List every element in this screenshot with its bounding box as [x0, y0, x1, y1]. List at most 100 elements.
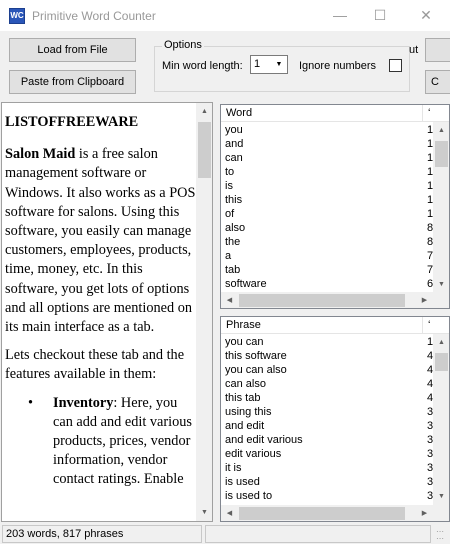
column-header-phrase[interactable]: Phrase — [221, 317, 423, 334]
phrase-list-row[interactable]: is used 3 — [221, 475, 433, 489]
phrase-list-row[interactable]: is used to 3 — [221, 489, 433, 503]
document-paragraph-1: Salon Maid is a free salon management so… — [5, 145, 197, 337]
phrase-list-text: using this — [225, 406, 272, 418]
title-bar[interactable]: WC Primitive Word Counter — ☐ ✕ — [0, 0, 450, 31]
word-list-row[interactable]: a7 — [221, 249, 433, 263]
document-bold-term: Salon Maid — [5, 146, 76, 163]
text-panel[interactable]: LISTOFFREEWARE Salon Maid is a free salo… — [1, 102, 213, 522]
word-list-row[interactable]: and 1 — [221, 137, 433, 151]
scroll-thumb[interactable] — [239, 294, 405, 307]
phrase-list-text: this tab — [225, 392, 261, 404]
column-header-count[interactable]: ‘ — [425, 105, 445, 122]
word-list-vertical-scrollbar[interactable]: ▲ ▼ — [433, 122, 449, 293]
word-list-text: a — [225, 250, 232, 262]
close-button[interactable]: ✕ — [403, 0, 449, 31]
phrase-list-text: is used — [225, 476, 260, 488]
word-list-rows: you 1 and 1 can 1 to 1 is 1 this 1 of 1 also 8 the 8 a 7 tab… — [221, 123, 433, 291]
scroll-right-icon[interactable]: ▶ — [416, 505, 433, 521]
word-list-row[interactable]: can 1 — [221, 151, 433, 165]
column-header-word[interactable]: Word — [221, 105, 423, 122]
paste-from-clipboard-button[interactable]: Paste from Clipboard — [9, 70, 136, 94]
column-header-count[interactable]: ‘ — [425, 317, 445, 334]
word-list-row[interactable]: also 8 — [221, 221, 433, 235]
scroll-thumb[interactable] — [435, 141, 448, 167]
word-list-text: also — [225, 222, 246, 234]
word-list-text: software — [225, 278, 267, 290]
status-summary: 203 words, 817 phrases — [2, 525, 202, 543]
status-secondary — [205, 525, 431, 543]
phrase-list-row[interactable]: edit various 3 — [221, 447, 433, 461]
options-legend: Options — [162, 39, 204, 51]
phrase-list-text: it is — [225, 462, 242, 474]
word-list-text: to — [225, 166, 235, 178]
phrase-list-row[interactable]: can also 4 — [221, 377, 433, 391]
scroll-up-icon[interactable]: ▲ — [196, 103, 212, 120]
scroll-thumb[interactable] — [239, 507, 405, 520]
document-heading: LISTOFFREEWARE — [5, 114, 139, 130]
maximize-icon: ☐ — [373, 7, 387, 23]
word-list-row[interactable]: of 1 — [221, 207, 433, 221]
phrase-list-vertical-scrollbar[interactable]: ▲ ▼ — [433, 334, 449, 505]
scroll-left-icon[interactable]: ◀ — [221, 505, 238, 521]
word-list-row[interactable]: this 1 — [221, 193, 433, 207]
word-list-header: Word ‘ — [221, 105, 449, 122]
scroll-down-icon[interactable]: ▼ — [433, 488, 449, 505]
word-list-horizontal-scrollbar[interactable]: ◀ ▶ — [221, 292, 433, 308]
phrase-list-row[interactable]: it is 3 — [221, 461, 433, 475]
word-list-row[interactable]: to 1 — [221, 165, 433, 179]
resize-grip-icon[interactable]: ⋯ ⋯ — [436, 528, 448, 543]
scroll-thumb[interactable] — [435, 353, 448, 371]
word-list-row[interactable]: tab 7 — [221, 263, 433, 277]
phrase-list-horizontal-scrollbar[interactable]: ◀ ▶ — [221, 505, 433, 521]
phrase-list[interactable]: Phrase ‘ you can 1 this software 4 you can a… — [220, 316, 450, 522]
min-word-length-label: Min word length: — [162, 60, 243, 72]
word-list-text: this — [225, 194, 243, 206]
word-list[interactable]: Word ‘ you 1 and 1 can 1 to 1 is 1 this 1 of 1 also 8th… — [220, 104, 450, 309]
ignore-numbers-checkbox[interactable] — [389, 59, 402, 72]
word-list-text: tab — [225, 264, 241, 276]
text-vertical-scrollbar[interactable]: ▲ ▼ — [196, 103, 212, 521]
close-icon: ✕ — [420, 7, 432, 23]
phrase-list-row[interactable]: you can also 4 — [221, 363, 433, 377]
min-word-length-select[interactable]: 1 ▼ — [250, 55, 288, 74]
scroll-down-icon[interactable]: ▼ — [433, 276, 449, 293]
scroll-corner — [433, 505, 449, 521]
load-from-file-button[interactable]: Load from File — [9, 38, 136, 62]
phrase-list-row[interactable]: using this 3 — [221, 405, 433, 419]
phrase-list-text: and edit various — [225, 434, 303, 446]
scroll-up-icon[interactable]: ▲ — [433, 334, 449, 351]
min-word-length-value: 1 — [254, 58, 261, 70]
phrase-list-row[interactable]: you can 1 — [221, 335, 433, 349]
phrase-list-row[interactable]: and edit various 3 — [221, 433, 433, 447]
maximize-button[interactable]: ☐ — [357, 0, 403, 31]
right-toolbar-button-2[interactable]: C — [425, 70, 450, 94]
word-list-text: you — [225, 124, 243, 136]
document-text: LISTOFFREEWARE Salon Maid is a free salo… — [5, 113, 197, 490]
word-list-row[interactable]: you 1 — [221, 123, 433, 137]
scroll-down-icon[interactable]: ▼ — [196, 504, 212, 521]
truncated-label: ut — [409, 44, 419, 56]
status-bar: 203 words, 817 phrases — [0, 523, 450, 544]
app-window: WC Primitive Word Counter — ☐ ✕ Load fro… — [0, 0, 450, 544]
word-list-text: can — [225, 152, 243, 164]
right-toolbar-button-1[interactable] — [425, 38, 450, 62]
phrase-list-text: and edit — [225, 420, 265, 432]
minimize-icon: — — [333, 7, 347, 23]
word-list-row[interactable]: the 8 — [221, 235, 433, 249]
phrase-list-text: you can also — [225, 364, 287, 376]
scroll-corner — [433, 292, 449, 308]
phrase-list-rows: you can 1 this software 4 you can also 4 can a… — [221, 335, 433, 503]
phrase-list-row[interactable]: and edit 3 — [221, 419, 433, 433]
scroll-right-icon[interactable]: ▶ — [416, 292, 433, 308]
document-paragraph-1-text: is a free salon management software or W… — [5, 146, 196, 336]
phrase-list-row[interactable]: this tab 4 — [221, 391, 433, 405]
scroll-up-icon[interactable]: ▲ — [433, 122, 449, 139]
scroll-left-icon[interactable]: ◀ — [221, 292, 238, 308]
word-list-row[interactable]: is 1 — [221, 179, 433, 193]
phrase-list-header: Phrase ‘ — [221, 317, 449, 334]
word-list-row[interactable]: software 6 — [221, 277, 433, 291]
panel-splitter[interactable] — [213, 102, 219, 522]
phrase-list-row[interactable]: this software 4 — [221, 349, 433, 363]
chevron-down-icon: ▼ — [275, 61, 283, 68]
scroll-thumb[interactable] — [198, 122, 211, 178]
